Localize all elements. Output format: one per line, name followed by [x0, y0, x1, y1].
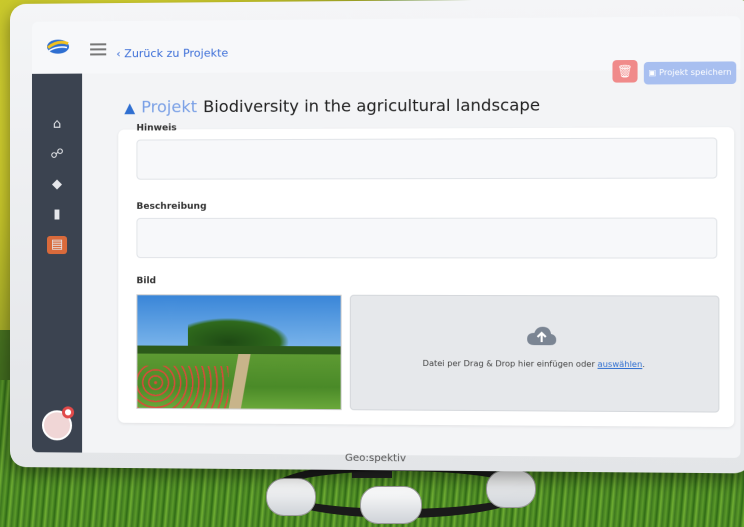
sidebar: ⌂ ☍ ◆ ▮ ▤ ● — [31, 73, 83, 453]
back-label: Zurück zu Projekte — [124, 46, 229, 61]
page-title: ▲ Projekt Biodiversity in the agricultural… — [124, 95, 540, 116]
project-form: Hinweis Beschreibung Bild Datei per Drag… — [118, 123, 735, 428]
hint-label: Hinweis — [136, 123, 177, 134]
image-dropzone[interactable]: Datei per Drag & Drop hier einfügen oder… — [349, 294, 720, 413]
network-icon: ☍ — [50, 146, 64, 162]
save-label: Projekt speichern — [658, 67, 732, 78]
topbar: ‹ Zurück zu Projekte 🗑 ▣ Projekt speiche… — [31, 16, 741, 85]
sidebar-item-network[interactable]: ☍ — [47, 146, 67, 164]
hint-field[interactable] — [136, 137, 718, 180]
stand-pad-right — [486, 470, 536, 508]
save-project-button[interactable]: ▣ Projekt speichern — [643, 61, 737, 85]
dropzone-text: Datei per Drag & Drop hier einfügen oder… — [422, 358, 645, 370]
project-image — [136, 294, 342, 411]
app-logo-icon[interactable] — [46, 38, 70, 56]
description-label: Beschreibung — [136, 201, 207, 212]
trash-icon: 🗑 — [617, 64, 633, 79]
screen: ‹ Zurück zu Projekte 🗑 ▣ Projekt speiche… — [31, 16, 741, 458]
tree-icon: ▲ — [124, 100, 136, 117]
select-file-link[interactable]: auswählen — [598, 360, 643, 369]
archive-icon: ▤ — [50, 237, 64, 253]
project-title: Biodiversity in the agricultural landsca… — [203, 95, 541, 117]
stand-pad-front — [360, 486, 422, 524]
save-icon: ▣ — [648, 68, 659, 78]
delete-button[interactable]: 🗑 — [612, 59, 638, 83]
sidebar-item-projects[interactable]: ▤ — [47, 236, 68, 255]
notification-badge[interactable]: ● — [62, 406, 75, 419]
description-field[interactable] — [136, 217, 718, 259]
cloud-upload-icon — [527, 326, 557, 348]
tags-icon: ◆ — [52, 176, 63, 192]
chevron-left-icon: ‹ — [116, 47, 125, 61]
sidebar-item-tags[interactable]: ◆ — [47, 176, 67, 194]
home-icon: ⌂ — [52, 116, 62, 132]
image-label: Bild — [136, 276, 157, 287]
monitor: ‹ Zurück zu Projekte 🗑 ▣ Projekt speiche… — [10, 0, 744, 474]
menu-toggle-icon[interactable] — [90, 43, 107, 56]
document-icon: ▮ — [53, 206, 61, 222]
title-prefix: Projekt — [141, 97, 198, 117]
stand-pad-left — [266, 478, 316, 516]
sidebar-item-documents[interactable]: ▮ — [47, 206, 67, 224]
back-to-projects-link[interactable]: ‹ Zurück zu Projekte — [116, 46, 228, 60]
sidebar-item-home[interactable]: ⌂ — [47, 116, 67, 134]
